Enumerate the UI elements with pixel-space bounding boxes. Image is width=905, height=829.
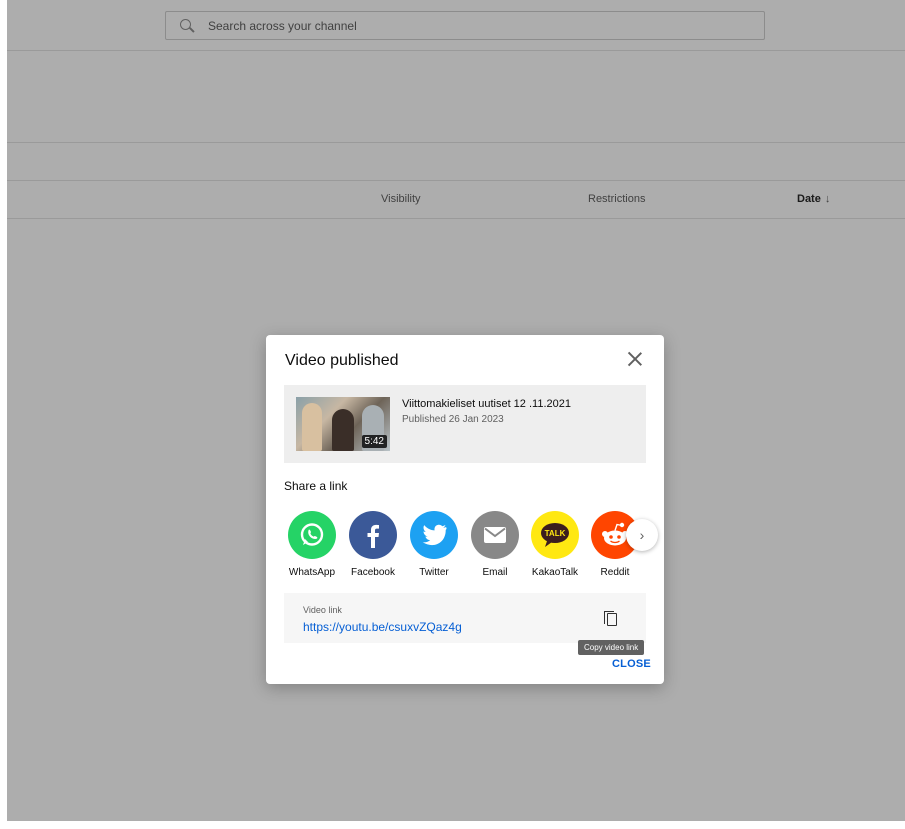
kakaotalk-icon: TALK (531, 511, 579, 559)
facebook-icon (349, 511, 397, 559)
whatsapp-icon (288, 511, 336, 559)
close-button[interactable]: CLOSE (612, 658, 651, 670)
dialog-title: Video published (285, 352, 399, 369)
twitter-icon (410, 511, 458, 559)
share-label-kakaotalk: KakaoTalk (531, 567, 579, 578)
copy-tooltip: Copy video link (578, 640, 645, 655)
thumbnail-figure (302, 403, 322, 451)
video-duration: 5:42 (361, 435, 387, 448)
share-email-button[interactable]: Email (465, 511, 525, 578)
window-edge (0, 821, 905, 829)
share-label-facebook: Facebook (351, 567, 395, 578)
share-label-reddit: Reddit (600, 567, 630, 578)
video-thumbnail[interactable]: 5:42 (296, 397, 390, 451)
share-facebook-button[interactable]: Facebook (343, 511, 403, 578)
video-link-box: Video link https://youtu.be/csuxvZQaz4g (284, 593, 646, 643)
close-icon[interactable] (627, 351, 643, 367)
email-icon (471, 511, 519, 559)
video-link-url[interactable]: https://youtu.be/csuxvZQaz4g (303, 620, 462, 634)
video-published-dialog: Video published 5:42 Viittomakieliset uu… (266, 335, 664, 684)
copy-icon-front (607, 613, 617, 626)
thumbnail-figure (332, 409, 354, 451)
share-whatsapp-button[interactable]: WhatsApp (282, 511, 342, 578)
copy-icon[interactable] (604, 611, 618, 627)
video-published-date: Published 26 Jan 2023 (402, 414, 504, 425)
share-kakaotalk-button[interactable]: TALK KakaoTalk (525, 511, 585, 578)
window-edge (0, 0, 7, 829)
video-card: 5:42 Viittomakieliset uutiset 12 .11.202… (284, 385, 646, 463)
share-label-whatsapp: WhatsApp (288, 567, 336, 578)
share-twitter-button[interactable]: Twitter (404, 511, 464, 578)
video-link-label: Video link (303, 605, 342, 615)
svg-text:TALK: TALK (545, 529, 566, 538)
share-label-email: Email (482, 567, 508, 578)
chevron-right-icon[interactable]: › (626, 519, 658, 551)
video-title: Viittomakieliset uutiset 12 .11.2021 (402, 398, 571, 410)
share-heading: Share a link (284, 479, 348, 493)
share-label-twitter: Twitter (419, 567, 449, 578)
